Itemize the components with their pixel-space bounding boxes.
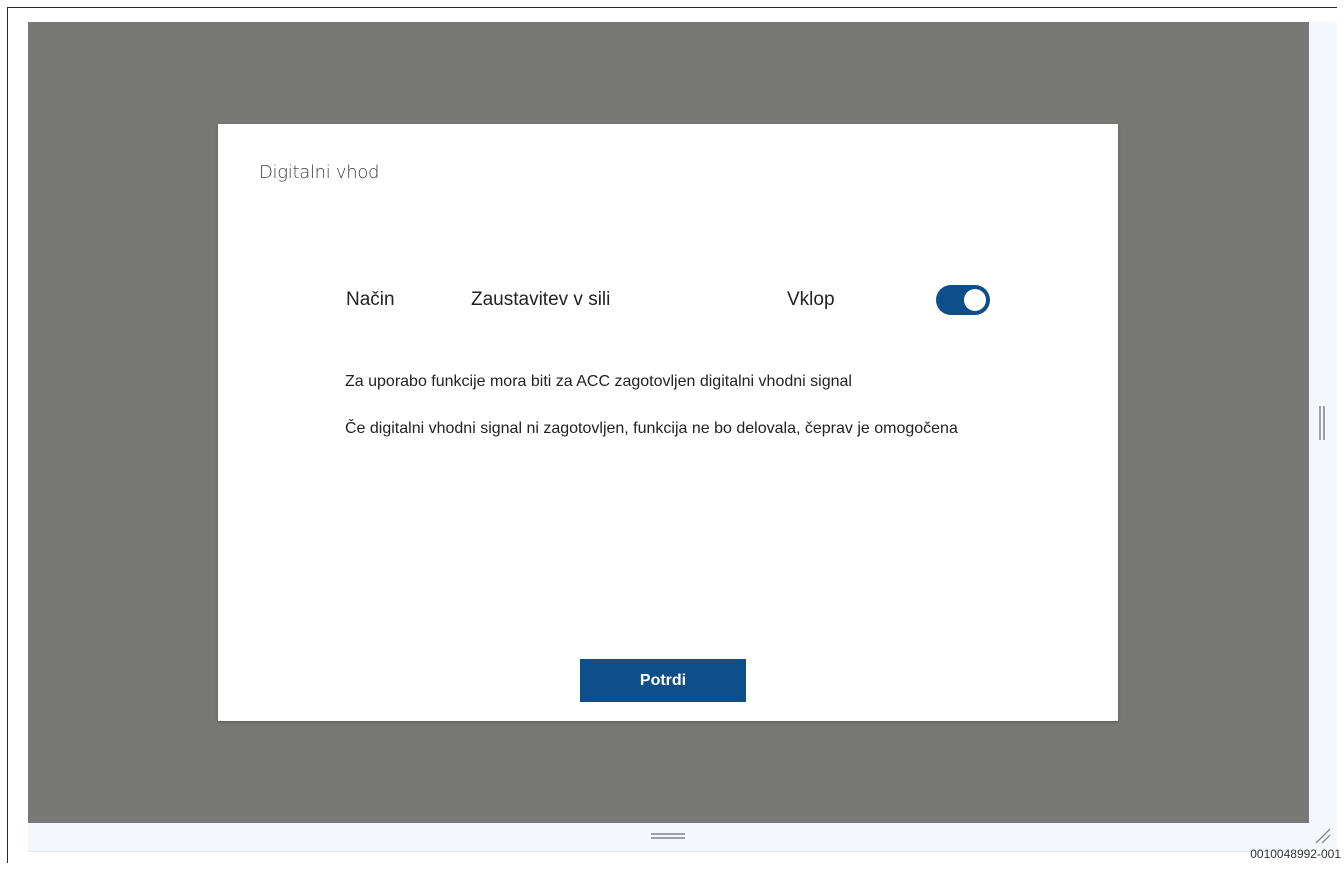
mode-setting-row: Način Zaustavitev v sili Vklop bbox=[346, 284, 1006, 316]
confirm-button[interactable]: Potrdi bbox=[580, 659, 746, 702]
info-text-warning: Če digitalni vhodni signal ni zagotovlje… bbox=[345, 420, 958, 437]
vertical-resize-handle-icon[interactable] bbox=[1319, 406, 1325, 440]
state-label: Vklop bbox=[787, 289, 835, 310]
dialog-title: Digitalni vhod bbox=[259, 162, 380, 183]
mode-label: Način bbox=[346, 289, 395, 310]
toggle-knob bbox=[964, 289, 986, 311]
figure-id: 0010048992-001 bbox=[1250, 847, 1341, 861]
mode-value: Zaustavitev v sili bbox=[471, 289, 611, 310]
toggle-switch-on-icon[interactable] bbox=[936, 285, 990, 315]
info-text-requirement: Za uporabo funkcije mora biti za ACC zag… bbox=[345, 373, 852, 390]
digital-input-dialog: Digitalni vhod Način Zaustavitev v sili … bbox=[218, 124, 1118, 721]
corner-resize-grip-icon[interactable] bbox=[1312, 825, 1332, 845]
horizontal-resize-handle-icon[interactable] bbox=[651, 833, 685, 839]
